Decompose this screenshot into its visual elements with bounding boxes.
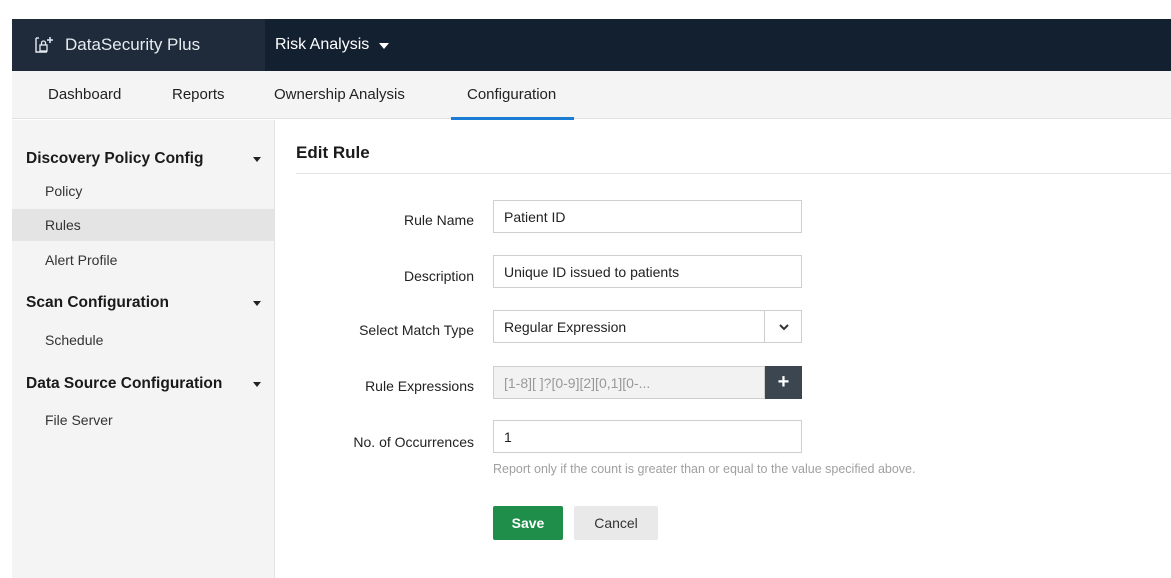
description-value: Unique ID issued to patients <box>504 263 680 280</box>
occurrences-label: No. of Occurrences <box>353 434 474 450</box>
sidebar-item-rules[interactable]: Rules <box>12 209 274 241</box>
sidebar-section-data-source-configuration[interactable]: Data Source Configuration <box>26 373 271 395</box>
sidebar: Discovery Policy Config Policy Rules Ale… <box>12 120 275 578</box>
module-selector[interactable]: Risk Analysis <box>275 19 390 71</box>
occurrences-value: 1 <box>504 428 512 445</box>
save-button[interactable]: Save <box>493 506 563 540</box>
sidebar-section-title: Data Source Configuration <box>26 375 223 392</box>
plus-icon: + <box>777 371 790 393</box>
tab-ownership-analysis[interactable]: Ownership Analysis <box>274 71 405 119</box>
description-label: Description <box>403 268 474 284</box>
page-title: Edit Rule <box>296 143 370 162</box>
tab-bar: Dashboard Reports Ownership Analysis Con… <box>12 71 1171 120</box>
occurrences-hint: Report only if the count is greater than… <box>493 462 916 476</box>
occurrences-input[interactable]: 1 <box>493 420 802 453</box>
tab-reports[interactable]: Reports <box>172 71 225 119</box>
match-type-dropdown-button[interactable] <box>764 310 802 343</box>
rule-expressions-value: [1-8][ ]?[0-9][2][0,1][0-... <box>504 374 651 391</box>
rule-expressions-label: Rule Expressions <box>365 378 474 394</box>
match-type-value: Regular Expression <box>504 318 627 335</box>
tab-dashboard[interactable]: Dashboard <box>48 71 121 119</box>
caret-down-icon <box>253 300 261 306</box>
caret-down-icon <box>253 381 261 387</box>
rule-name-value: Patient ID <box>504 208 566 225</box>
match-type-select[interactable]: Regular Expression <box>493 310 802 343</box>
module-name: Risk Analysis <box>275 36 370 53</box>
top-bar: DataSecurity Plus Risk Analysis <box>12 19 1171 71</box>
add-expression-button[interactable]: + <box>765 366 802 399</box>
title-divider <box>296 173 1171 174</box>
brand[interactable]: DataSecurity Plus <box>12 19 265 71</box>
cancel-button[interactable]: Cancel <box>574 506 658 540</box>
sidebar-section-discovery-policy-config[interactable]: Discovery Policy Config <box>26 148 271 170</box>
sidebar-item-policy[interactable]: Policy <box>12 175 274 207</box>
match-type-label: Select Match Type <box>359 322 474 338</box>
rule-name-label: Rule Name <box>403 212 474 228</box>
sidebar-item-alert-profile[interactable]: Alert Profile <box>12 244 274 276</box>
sidebar-section-title: Scan Configuration <box>26 294 169 311</box>
description-input[interactable]: Unique ID issued to patients <box>493 255 802 288</box>
brand-name: DataSecurity Plus <box>65 35 201 54</box>
sidebar-item-schedule[interactable]: Schedule <box>12 324 274 356</box>
chevron-down-icon <box>778 319 790 335</box>
rule-name-input[interactable]: Patient ID <box>493 200 802 233</box>
tab-configuration[interactable]: Configuration <box>450 71 575 120</box>
sidebar-section-title: Discovery Policy Config <box>26 150 204 167</box>
caret-down-icon <box>379 43 390 49</box>
sidebar-item-file-server[interactable]: File Server <box>12 404 274 436</box>
sidebar-section-scan-configuration[interactable]: Scan Configuration <box>26 292 271 314</box>
caret-down-icon <box>253 156 261 162</box>
lock-icon <box>33 34 55 56</box>
rule-expressions-input[interactable]: [1-8][ ]?[0-9][2][0,1][0-... <box>493 366 765 399</box>
